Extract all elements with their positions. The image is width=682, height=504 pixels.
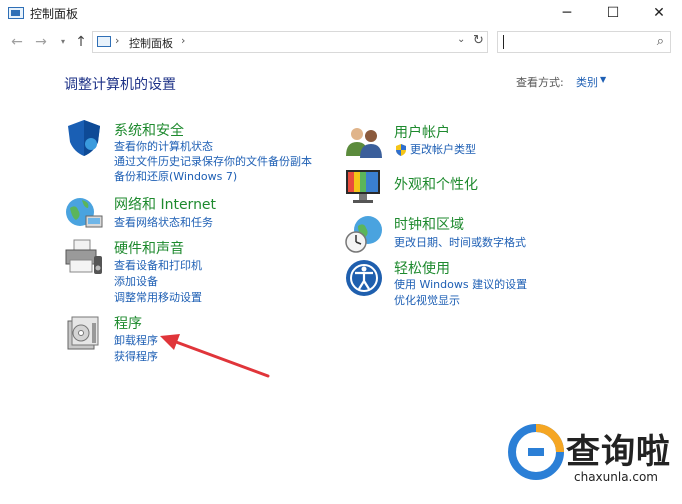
category-title[interactable]: 外观和个性化 (394, 174, 478, 194)
link-devices-printers[interactable]: 查看设备和打印机 (114, 257, 202, 273)
category-title[interactable]: 程序 (114, 313, 142, 333)
up-button[interactable]: ↑ (70, 32, 92, 52)
close-button[interactable]: ✕ (636, 0, 682, 26)
back-button[interactable]: ← (6, 32, 28, 52)
page-title: 调整计算机的设置 (64, 77, 176, 93)
link-add-device[interactable]: 添加设备 (114, 273, 158, 289)
clock-globe-icon[interactable] (344, 214, 384, 254)
view-by-dropdown[interactable]: 类别 (576, 74, 598, 90)
category-title[interactable]: 轻松使用 (394, 258, 450, 278)
link-network-status[interactable]: 查看网络状态和任务 (114, 214, 213, 230)
users-icon[interactable] (344, 122, 384, 162)
address-dropdown-button[interactable]: ⌄ (457, 34, 465, 45)
address-control-panel-icon (97, 36, 111, 47)
address-bar[interactable]: › 控制面板 › ⌄ ↻ (92, 31, 488, 53)
minimize-button[interactable]: ─ (544, 0, 590, 26)
link-file-history[interactable]: 通过文件历史记录保存你的文件备份副本 (114, 153, 312, 169)
watermark: 查询啦 chaxunla.com (500, 420, 682, 504)
category-title[interactable]: 硬件和声音 (114, 238, 184, 258)
navigation-bar: ← → ▾ ↑ › 控制面板 › ⌄ ↻ ⌕ (0, 26, 682, 58)
ease-of-access-icon[interactable] (344, 258, 384, 298)
maximize-button[interactable]: ☐ (590, 0, 636, 26)
link-backup-restore[interactable]: 备份和还原(Windows 7) (114, 168, 237, 184)
category-title[interactable]: 用户帐户 (394, 122, 450, 142)
category-title[interactable]: 网络和 Internet (114, 194, 216, 214)
link-windows-recommended-settings[interactable]: 使用 Windows 建议的设置 (394, 276, 527, 292)
globe-network-icon[interactable] (64, 194, 104, 234)
annotation-arrow-icon (160, 334, 270, 378)
breadcrumb-chevron-icon[interactable]: › (115, 34, 119, 47)
search-icon[interactable]: ⌕ (657, 34, 664, 49)
breadcrumb-chevron-icon[interactable]: › (181, 34, 185, 47)
display-personalization-icon[interactable] (344, 166, 384, 206)
title-bar: 控制面板 ─ ☐ ✕ (0, 0, 682, 26)
search-input[interactable]: ⌕ (497, 31, 671, 53)
link-optimize-visual-display[interactable]: 优化视觉显示 (394, 292, 460, 308)
programs-icon[interactable] (64, 313, 104, 353)
watermark-text-cn: 查询啦 (566, 432, 671, 472)
chevron-down-icon[interactable]: ▼ (600, 75, 606, 84)
link-view-computer-status[interactable]: 查看你的计算机状态 (114, 138, 213, 154)
shield-icon[interactable] (64, 118, 104, 158)
refresh-button[interactable]: ↻ (473, 33, 484, 48)
view-by-label: 查看方式: (516, 76, 564, 89)
watermark-text-en: chaxunla.com (574, 470, 658, 484)
link-label: 更改帐户类型 (410, 143, 476, 156)
breadcrumb-control-panel[interactable]: 控制面板 (129, 35, 173, 51)
control-panel-icon (8, 7, 24, 19)
window-title: 控制面板 (30, 7, 79, 21)
category-title[interactable]: 系统和安全 (114, 120, 184, 140)
link-change-date-time-format[interactable]: 更改日期、时间或数字格式 (394, 234, 526, 250)
watermark-logo-icon (508, 424, 564, 480)
printer-icon[interactable] (64, 238, 104, 278)
link-mobility-settings[interactable]: 调整常用移动设置 (114, 289, 202, 305)
forward-button[interactable]: → (30, 32, 52, 52)
text-caret (503, 35, 504, 49)
uac-shield-icon (396, 144, 406, 156)
link-change-account-type[interactable]: 更改帐户类型 (394, 141, 476, 157)
category-title[interactable]: 时钟和区域 (394, 214, 464, 234)
